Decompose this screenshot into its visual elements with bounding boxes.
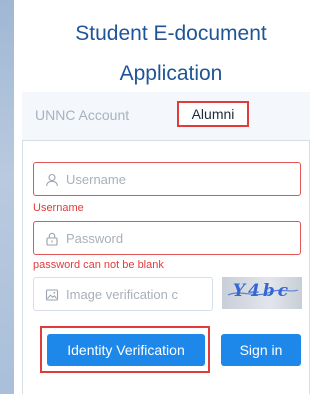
password-input[interactable] [66, 222, 286, 254]
captcha-input[interactable] [66, 278, 206, 310]
password-error: password can not be blank [33, 259, 164, 271]
captcha-text: Y4bc [232, 281, 292, 301]
identity-verification-button[interactable]: Identity Verification [47, 334, 205, 366]
username-input[interactable] [66, 163, 286, 195]
background-strip [0, 0, 14, 394]
image-icon [45, 288, 59, 302]
username-field[interactable] [33, 162, 301, 196]
page-title-line-2: Application [119, 62, 223, 85]
page-title-line-1: Student E-document [75, 22, 267, 45]
sign-in-button[interactable]: Sign in [221, 334, 301, 366]
password-field[interactable] [33, 221, 301, 255]
account-tabs: UNNC Account Alumni [22, 92, 310, 140]
tab-unnc-account[interactable]: UNNC Account [35, 107, 129, 123]
username-error: Username [33, 202, 84, 214]
tab-alumni[interactable]: Alumni [177, 101, 249, 127]
user-icon [45, 173, 59, 187]
lock-icon [45, 232, 59, 246]
captcha-image[interactable]: Y4bc [222, 277, 302, 309]
captcha-field[interactable] [33, 277, 213, 311]
